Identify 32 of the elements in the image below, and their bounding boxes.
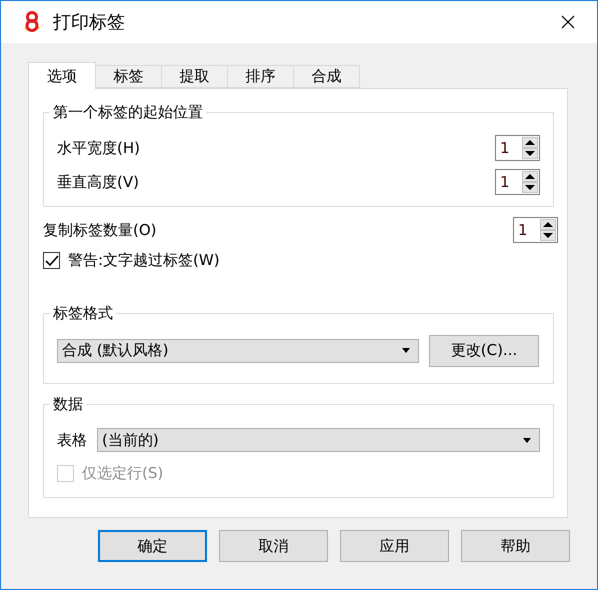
dialog-button[interactable]: 确定 (98, 530, 207, 562)
checkbox[interactable] (43, 252, 60, 269)
close-icon[interactable] (561, 15, 575, 29)
tab[interactable]: 合成 (293, 65, 360, 88)
spin-arrows-icon[interactable] (540, 219, 556, 241)
dialog-button[interactable]: 帮助 (461, 530, 570, 562)
dialog-button[interactable]: 取消 (219, 530, 328, 562)
number-spinner[interactable]: 1 (513, 217, 558, 243)
table-dropdown[interactable]: (当前的) (97, 428, 540, 452)
dropdown-arrow-icon (402, 348, 410, 353)
group-title: 标签格式 (50, 304, 116, 322)
spin-arrows-icon[interactable] (522, 171, 538, 193)
field-label: 复制标签数量(O) (43, 220, 157, 240)
tab[interactable]: 排序 (227, 65, 294, 88)
field-label: 水平宽度(H) (57, 138, 140, 158)
tab[interactable]: 选项 (28, 62, 96, 89)
dialog-button[interactable]: 应用 (340, 530, 449, 562)
spin-arrows-icon[interactable] (522, 137, 538, 159)
tab[interactable]: 标签 (95, 65, 162, 88)
field-label: 垂直高度(V) (57, 172, 139, 192)
dropdown-arrow-icon (523, 438, 531, 442)
format-dropdown[interactable]: 合成 (默认风格) (57, 338, 419, 362)
change-button[interactable]: 更改(C)... (429, 334, 539, 366)
checkbox-label: 仅选定行(S) (82, 464, 164, 483)
window-title: 打印标签 (53, 11, 126, 34)
tab[interactable]: 提取 (161, 65, 228, 88)
number-spinner[interactable]: 1 (495, 169, 540, 195)
field-label: 表格 (57, 430, 87, 450)
group-title: 数据 (50, 395, 86, 413)
checkbox-label: 警告:文字越过标签(W) (68, 251, 220, 270)
number-spinner[interactable]: 1 (495, 135, 540, 161)
group-title: 第一个标签的起始位置 (50, 103, 206, 121)
